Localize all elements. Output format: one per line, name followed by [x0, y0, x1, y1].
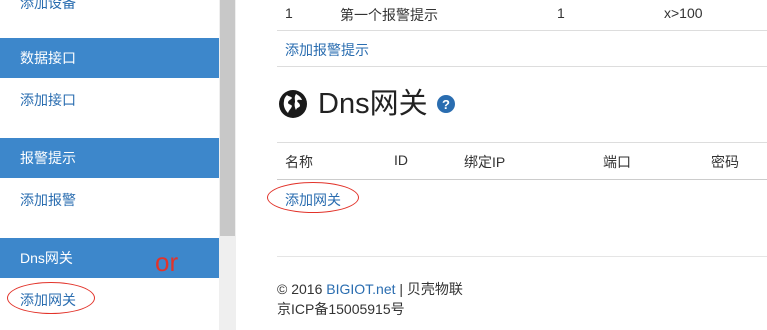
annotation-ellipse-sidebar: [7, 282, 95, 314]
annotation-or-text: or: [155, 247, 179, 277]
sidebar-scroll-thumb[interactable]: [220, 0, 235, 236]
alarm-cell-id: 1: [557, 5, 565, 21]
svg-text:?: ?: [442, 97, 450, 112]
dns-header-divider: [277, 179, 767, 180]
footer-copyright: © 2016 BIGIOT.net | 贝壳物联: [277, 279, 463, 299]
sidebar-item-add-device[interactable]: 添加设备: [20, 0, 76, 13]
annotation-ellipse-main: [267, 182, 359, 213]
main-content: 1 第一个报警提示 1 x>100 添加报警提示 Dns网关 ? 名称 ID 绑…: [236, 0, 767, 330]
company-name: | 贝壳物联: [395, 281, 463, 297]
dns-col-port: 端口: [603, 154, 631, 170]
dns-section-title: Dns网关: [318, 88, 428, 120]
sidebar-item-add-alarm[interactable]: 添加报警: [20, 190, 76, 210]
dns-col-password: 密码: [711, 154, 739, 170]
copyright-prefix: © 2016: [277, 281, 327, 297]
sidebar-item-add-interface[interactable]: 添加接口: [20, 90, 76, 110]
sidebar-section-data-interface[interactable]: 数据接口: [0, 38, 219, 78]
alarm-row-divider: [277, 30, 767, 31]
help-icon[interactable]: ?: [436, 95, 455, 113]
alarm-cell-condition: x>100: [664, 5, 703, 21]
alarm-cell-name: 第一个报警提示: [340, 7, 438, 23]
add-alarm-link[interactable]: 添加报警提示: [285, 40, 369, 60]
footer-divider: [277, 256, 767, 257]
sidebar-section-alarm[interactable]: 报警提示: [0, 138, 219, 178]
globe-icon: [279, 90, 307, 118]
dns-table-top-divider: [277, 142, 767, 143]
dns-heading: Dns网关 ?: [278, 86, 455, 122]
sidebar: 添加设备 数据接口 添加接口 报警提示 添加报警 Dns网关 添加网关: [0, 0, 219, 330]
alarm-table-bottom-divider: [277, 66, 767, 67]
sidebar-section-dns-gateway[interactable]: Dns网关: [0, 238, 219, 278]
brand-link[interactable]: BIGIOT.net: [326, 281, 395, 297]
dns-col-name: 名称: [285, 154, 313, 170]
dns-col-bind-ip: 绑定IP: [464, 154, 506, 170]
dns-col-id: ID: [394, 152, 408, 168]
footer-icp[interactable]: 京ICP备15005915号: [277, 299, 405, 319]
alarm-cell-index: 1: [285, 5, 293, 21]
